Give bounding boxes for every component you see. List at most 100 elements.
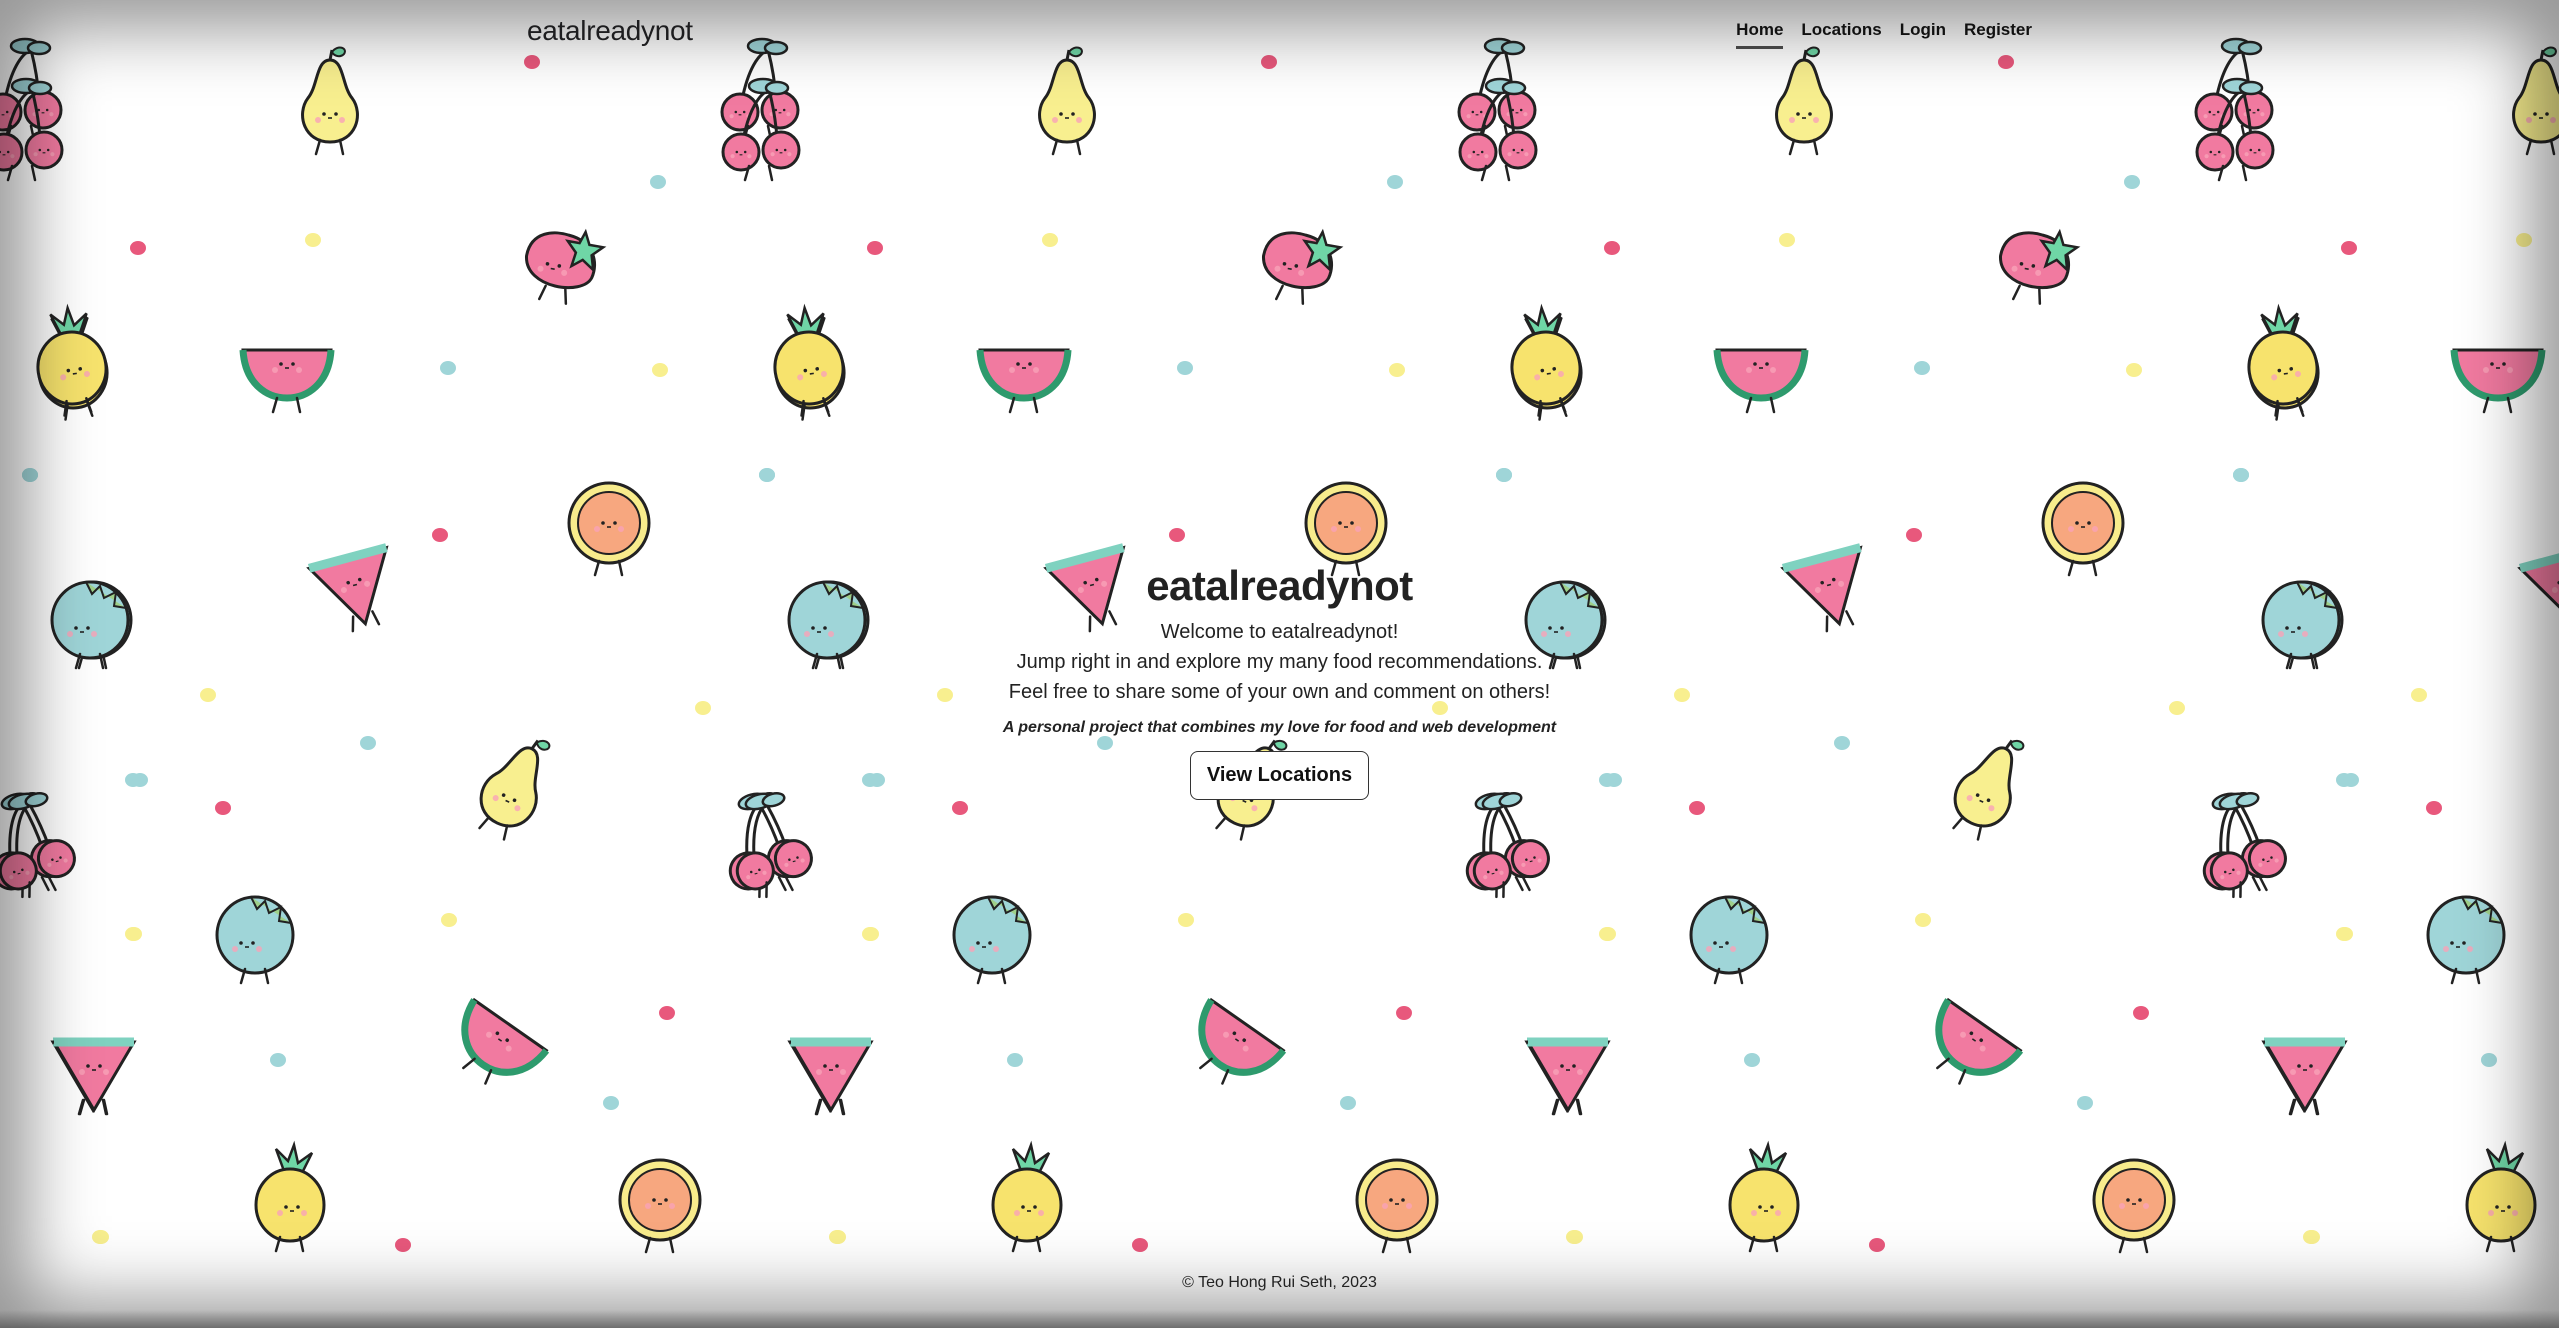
confetti-dot <box>126 927 142 941</box>
confetti-dot <box>952 801 968 815</box>
orange-icon <box>618 1158 702 1254</box>
hero-explore-text: Jump right in and explore my many food r… <box>1016 651 1543 673</box>
watermelon-slice-icon <box>2450 348 2546 414</box>
confetti-dot <box>2133 1006 2149 1020</box>
pineapple-icon <box>1510 303 1582 417</box>
confetti-dot <box>270 1053 286 1067</box>
confetti-dot <box>440 361 456 375</box>
cherries-icon <box>1472 792 1550 899</box>
confetti-dot <box>1169 528 1185 542</box>
confetti-dot <box>1906 528 1922 542</box>
pineapple-icon <box>773 303 845 417</box>
confetti-dot <box>1178 913 1194 927</box>
confetti-dot <box>395 1238 411 1252</box>
pear-icon <box>2512 46 2559 156</box>
watermelon-wedge-icon <box>51 1037 137 1116</box>
blueberry-icon <box>1689 895 1769 985</box>
pineapple-icon <box>2465 1140 2537 1253</box>
confetti-dot <box>863 927 879 941</box>
watermelon-wedge-icon <box>1525 1037 1611 1116</box>
confetti-dot <box>441 913 457 927</box>
confetti-dot <box>1689 801 1705 815</box>
confetti-dot <box>22 468 38 482</box>
confetti-dot <box>1744 1053 1760 1067</box>
confetti-dot <box>1869 1238 1885 1252</box>
confetti-dot <box>2516 233 2532 247</box>
pineapple-icon <box>2247 303 2319 417</box>
confetti-dot <box>2077 1096 2093 1110</box>
confetti-dot <box>1340 1096 1356 1110</box>
confetti-dot <box>1566 1230 1582 1244</box>
cherries-icon <box>2209 792 2287 899</box>
nav-locations-link[interactable]: Locations <box>1801 14 1881 49</box>
confetti-dot <box>1132 1238 1148 1252</box>
cherries-icon <box>735 792 813 899</box>
nav-home-link[interactable]: Home <box>1736 14 1784 49</box>
confetti-dot <box>2341 241 2357 255</box>
confetti-dot <box>2481 1053 2497 1067</box>
hero-title: eatalreadynot <box>1146 562 1413 609</box>
confetti-dot <box>1177 361 1193 375</box>
footer-copyright: © Teo Hong Rui Seth, 2023 <box>1182 1274 1377 1291</box>
brand-logo-link[interactable]: eatalreadynot <box>527 15 693 47</box>
pineapple-icon <box>36 303 108 417</box>
nav-register-link[interactable]: Register <box>1964 14 2032 49</box>
watermelon-slice-icon <box>461 997 550 1085</box>
confetti-dot <box>432 528 448 542</box>
confetti-dot <box>1389 363 1405 377</box>
strawberry-icon <box>1262 228 1344 305</box>
watermelon-wedge-icon <box>788 1037 874 1116</box>
confetti-dot <box>215 801 231 815</box>
watermelon-wedge-icon <box>2262 1037 2348 1116</box>
watermelon-slice-icon <box>239 348 335 414</box>
nav-login-link[interactable]: Login <box>1900 14 1946 49</box>
confetti-dot <box>659 1006 675 1020</box>
hero-section: eatalreadynot Welcome to eatalreadynot! … <box>0 555 2559 800</box>
confetti-dot <box>2337 927 2353 941</box>
strawberry-icon <box>525 228 607 305</box>
pineapple-icon <box>991 1140 1063 1253</box>
confetti-dot <box>1042 233 1058 247</box>
confetti-dot <box>92 1230 108 1244</box>
pineapple-icon <box>254 1140 326 1253</box>
blueberry-icon <box>952 895 1032 985</box>
watermelon-slice-icon <box>1198 997 1287 1085</box>
hero-welcome-text: Welcome to eatalreadynot! <box>1160 621 1399 643</box>
confetti-dot <box>2303 1230 2319 1244</box>
confetti-dot <box>603 1096 619 1110</box>
confetti-dot <box>652 363 668 377</box>
orange-icon <box>1355 1158 1439 1254</box>
confetti-dot <box>829 1230 845 1244</box>
watermelon-slice-icon <box>1713 348 1809 414</box>
confetti-dot <box>1387 175 1403 189</box>
confetti-dot <box>759 468 775 482</box>
confetti-dot <box>1779 233 1795 247</box>
hero-tagline: A personal project that combines my love… <box>1002 719 1557 736</box>
confetti-dot <box>2426 801 2442 815</box>
pear-icon <box>1038 46 1096 156</box>
confetti-dot <box>867 241 883 255</box>
confetti-dot <box>2233 468 2249 482</box>
confetti-dot <box>1600 927 1616 941</box>
navbar: eatalreadynot Home Locations Login Regis… <box>527 0 2032 62</box>
nav-links: Home Locations Login Register <box>1736 14 2032 49</box>
view-locations-button[interactable]: View Locations <box>1189 751 1370 800</box>
confetti-dot <box>1496 468 1512 482</box>
blueberry-icon <box>2426 895 2506 985</box>
pineapple-icon <box>1728 1140 1800 1253</box>
confetti-dot <box>1604 241 1620 255</box>
confetti-dot <box>130 241 146 255</box>
blueberry-icon <box>215 895 295 985</box>
watermelon-slice-icon <box>976 348 1072 414</box>
orange-icon <box>2092 1158 2176 1254</box>
confetti-dot <box>1396 1006 1412 1020</box>
confetti-dot <box>1914 361 1930 375</box>
hero-share-text: Feel free to share some of your own and … <box>1008 681 1551 703</box>
strawberry-icon <box>1999 228 2081 305</box>
confetti-dot <box>650 175 666 189</box>
pear-icon <box>301 46 359 156</box>
pear-icon <box>1775 46 1833 156</box>
confetti-dot <box>1915 913 1931 927</box>
confetti-dot <box>2126 363 2142 377</box>
confetti-dot <box>305 233 321 247</box>
